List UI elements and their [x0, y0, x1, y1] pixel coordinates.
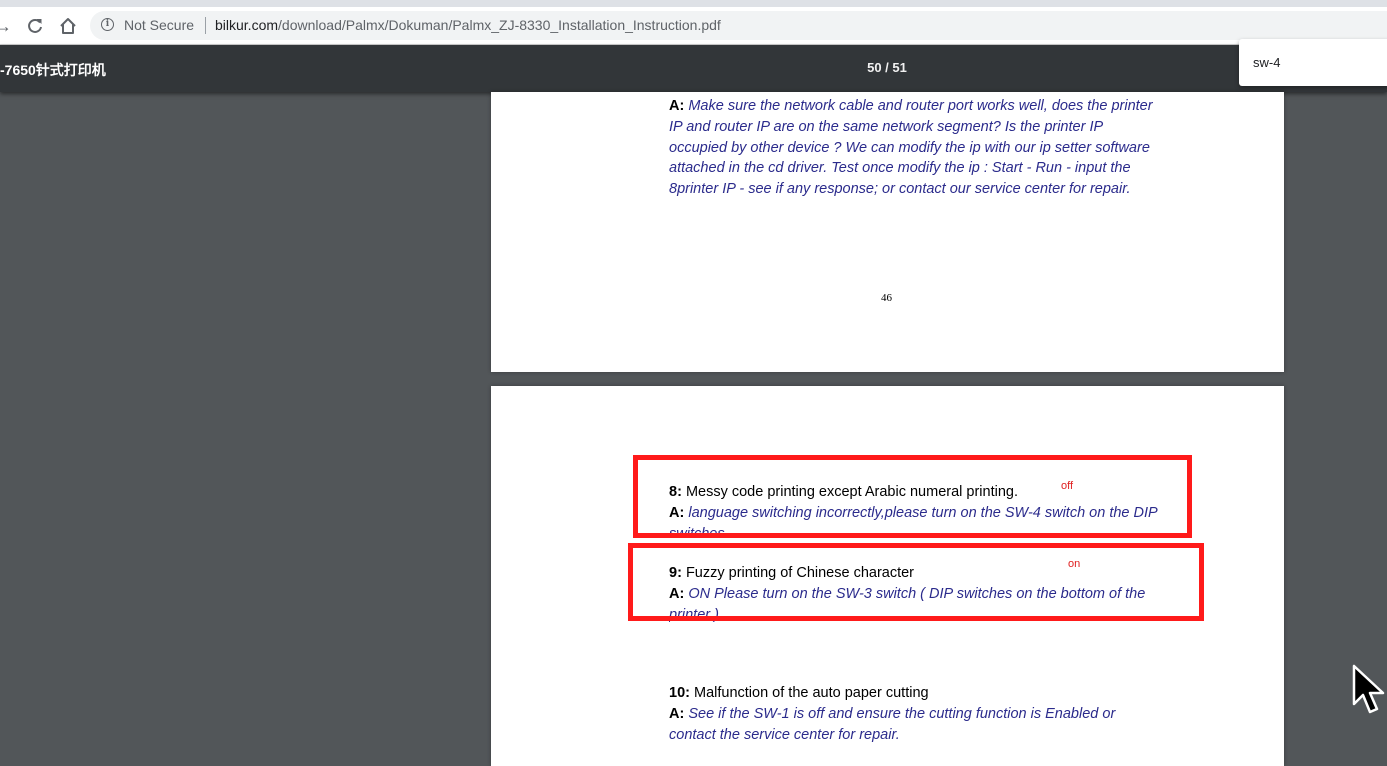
pdf-page-46: A: Make sure the network cable and route… [491, 92, 1284, 372]
home-icon[interactable] [57, 15, 79, 37]
answer-paragraph: A: Make sure the network cable and route… [669, 96, 1153, 200]
question-text: Malfunction of the auto paper cutting [694, 685, 929, 701]
reload-icon[interactable] [24, 15, 46, 37]
question-number: 10: [669, 685, 690, 701]
find-bar [1239, 39, 1387, 86]
answer-line-5: 8printer IP - see if any response; or co… [669, 181, 1131, 198]
address-bar[interactable]: i Not Secure bilkur.com/download/Palmx/D… [90, 11, 1387, 40]
mouse-cursor-icon [1352, 664, 1385, 714]
url-text[interactable]: bilkur.com/download/Palmx/Dokuman/Palmx_… [215, 17, 721, 33]
tab-strip [0, 0, 1387, 7]
annotation-off: off [1061, 480, 1074, 492]
answer-text: See if the SW-1 is off and ensure the cu… [688, 705, 1116, 722]
page-indicator: 50 / 51 [867, 60, 907, 75]
url-host: bilkur.com [215, 17, 279, 33]
document-title: -7650针式打印机 [0, 62, 106, 78]
highlight-box-sw4 [633, 455, 1192, 538]
forward-icon[interactable]: → [0, 15, 14, 37]
page-number: 46 [881, 292, 892, 304]
security-label[interactable]: Not Secure [124, 17, 194, 33]
faq-item-10: 10: Malfunction of the auto paper cuttin… [669, 683, 1115, 745]
highlight-box-sw3 [628, 543, 1204, 621]
pdf-toolbar: -7650针式打印机 50 / 51 [0, 45, 1387, 92]
info-icon[interactable]: i [101, 18, 114, 31]
find-input[interactable] [1253, 53, 1373, 71]
omnibox-divider [205, 17, 206, 34]
answer-line-1: Make sure the network cable and router p… [688, 98, 1153, 114]
answer-line-2: IP and router IP are on the same network… [669, 118, 1104, 135]
browser-toolbar: → i Not Secure bilkur.com/download/Palmx… [0, 7, 1387, 45]
answer-label: A: [669, 98, 685, 114]
annotation-on: on [1068, 558, 1081, 570]
answer-text-cont: contact the service center for repair. [669, 726, 900, 743]
answer-label: A: [669, 705, 685, 722]
answer-line-4: attached in the cd driver. Test once mod… [669, 160, 1131, 177]
answer-line-3: occupied by other device ? We can modify… [669, 139, 1150, 156]
url-path: /download/Palmx/Dokuman/Palmx_ZJ-8330_In… [278, 17, 721, 33]
